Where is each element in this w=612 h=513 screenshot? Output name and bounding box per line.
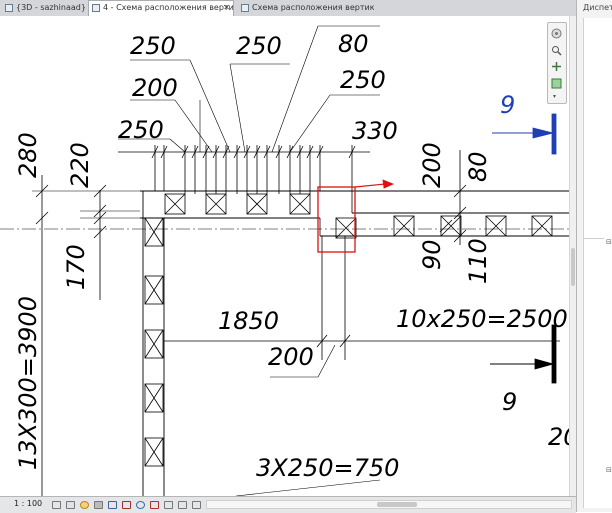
rebar-box bbox=[164, 193, 186, 215]
3d-view-icon bbox=[5, 4, 13, 12]
rebar-box bbox=[393, 215, 415, 237]
section-mark-bottom[interactable] bbox=[490, 324, 557, 384]
dim-text: 250 bbox=[236, 32, 282, 60]
detail-level-icon[interactable] bbox=[52, 501, 61, 509]
drawing-canvas[interactable]: 250 250 80 200 250 250 330 1850 200 10x2… bbox=[0, 16, 574, 496]
rebar-box bbox=[531, 215, 553, 237]
dim-text: 200 bbox=[132, 74, 178, 102]
show-crop-icon[interactable] bbox=[122, 501, 131, 509]
dim-text: 13X300=3900 bbox=[14, 296, 42, 470]
reveal-constraints-icon[interactable] bbox=[192, 501, 201, 509]
view-control-bar: 1 : 100 bbox=[0, 496, 576, 513]
dim-text: 250 bbox=[118, 116, 164, 144]
rebar-box bbox=[144, 329, 164, 359]
leader-line bbox=[235, 479, 381, 496]
zoom-icon[interactable] bbox=[551, 45, 562, 56]
rebar-box bbox=[205, 193, 227, 215]
dim-text: 200 bbox=[268, 343, 314, 371]
dim-text: 330 bbox=[352, 117, 398, 145]
plan-view-icon bbox=[241, 4, 249, 12]
dim-text: 280 bbox=[14, 132, 42, 178]
view-scale[interactable]: 1 : 100 bbox=[14, 499, 42, 508]
drawing-svg: 250 250 80 200 250 250 330 1850 200 10x2… bbox=[0, 25, 574, 496]
dim-text: 110 bbox=[464, 238, 492, 284]
rebar-box bbox=[144, 437, 164, 467]
rebar-box bbox=[144, 217, 164, 247]
nav-dropdown-icon[interactable]: ▾ bbox=[553, 93, 556, 100]
rebar-box bbox=[335, 217, 357, 239]
temporary-hide-icon[interactable] bbox=[136, 501, 145, 509]
analytical-model-icon[interactable] bbox=[164, 501, 173, 509]
rebar-box bbox=[144, 275, 164, 305]
tab-label: 4 - Схема расположения верти... bbox=[103, 3, 234, 12]
navigation-bar[interactable]: ▾ bbox=[547, 22, 567, 104]
scrollbar-thumb[interactable] bbox=[377, 502, 417, 507]
dimension-ticks bbox=[35, 184, 107, 239]
tree-expander-icon[interactable]: ⊟ bbox=[606, 238, 612, 246]
dim-text: 250 bbox=[130, 32, 176, 60]
shadows-icon[interactable] bbox=[94, 501, 103, 509]
horizontal-scrollbar[interactable] bbox=[206, 500, 572, 509]
dim-text: 10x250=2500 bbox=[396, 305, 568, 333]
steering-wheel-icon[interactable] bbox=[551, 28, 562, 39]
rebar-box bbox=[289, 193, 311, 215]
dim-text: 1850 bbox=[218, 307, 279, 335]
orbit-icon[interactable] bbox=[551, 78, 562, 89]
dim-text: 90 bbox=[418, 239, 446, 270]
panel-divider bbox=[584, 238, 604, 239]
dim-text: 80 bbox=[464, 151, 492, 182]
panel-content[interactable]: ⊟ ⊟ bbox=[583, 18, 612, 508]
section-label-bottom: 9 bbox=[502, 388, 517, 416]
dim-text: 200 bbox=[418, 142, 446, 188]
rebar-box bbox=[246, 193, 268, 215]
dim-text: 170 bbox=[62, 244, 90, 290]
sun-path-icon[interactable] bbox=[80, 501, 89, 509]
visual-style-icon[interactable] bbox=[66, 501, 75, 509]
reveal-hidden-icon[interactable] bbox=[150, 501, 159, 509]
plan-view-icon bbox=[92, 4, 100, 12]
scrollbar-thumb[interactable] bbox=[571, 248, 575, 286]
rebar-box bbox=[485, 215, 507, 237]
tab-label: Схема расположения вертикальн... bbox=[252, 3, 374, 12]
dim-text: 220 bbox=[66, 142, 94, 188]
rebar-box bbox=[440, 215, 462, 237]
highlight-displacement-icon[interactable] bbox=[178, 501, 187, 509]
pan-icon[interactable] bbox=[551, 61, 562, 72]
tree-expander-icon[interactable]: ⊟ bbox=[606, 466, 612, 474]
dim-text: 250 bbox=[340, 66, 386, 94]
dim-text: 3X250=750 bbox=[256, 454, 399, 482]
rebar-box bbox=[144, 383, 164, 413]
close-tab-icon[interactable]: ✕ bbox=[223, 1, 230, 15]
dim-text: 80 bbox=[338, 30, 369, 58]
section-label-top: 9 bbox=[500, 91, 515, 119]
tab-3d-view[interactable]: {3D - sazhinaad} bbox=[2, 1, 86, 15]
tab-label: {3D - sazhinaad} bbox=[16, 3, 86, 12]
highlight-box[interactable] bbox=[317, 186, 356, 253]
panel-title: Диспет bbox=[583, 3, 612, 12]
project-browser-panel: Диспет ⊟ ⊟ bbox=[576, 0, 612, 512]
tab-plan-view[interactable]: Схема расположения вертикальн... bbox=[238, 1, 374, 15]
red-arrow bbox=[354, 179, 395, 189]
view-tab-bar: {3D - sazhinaad} 4 - Схема расположения … bbox=[0, 0, 576, 17]
tab-plan-view-active[interactable]: 4 - Схема расположения верти... ✕ bbox=[88, 0, 234, 16]
section-mark-top[interactable] bbox=[492, 113, 557, 155]
leader-line bbox=[317, 344, 336, 378]
crop-view-icon[interactable] bbox=[108, 501, 117, 509]
